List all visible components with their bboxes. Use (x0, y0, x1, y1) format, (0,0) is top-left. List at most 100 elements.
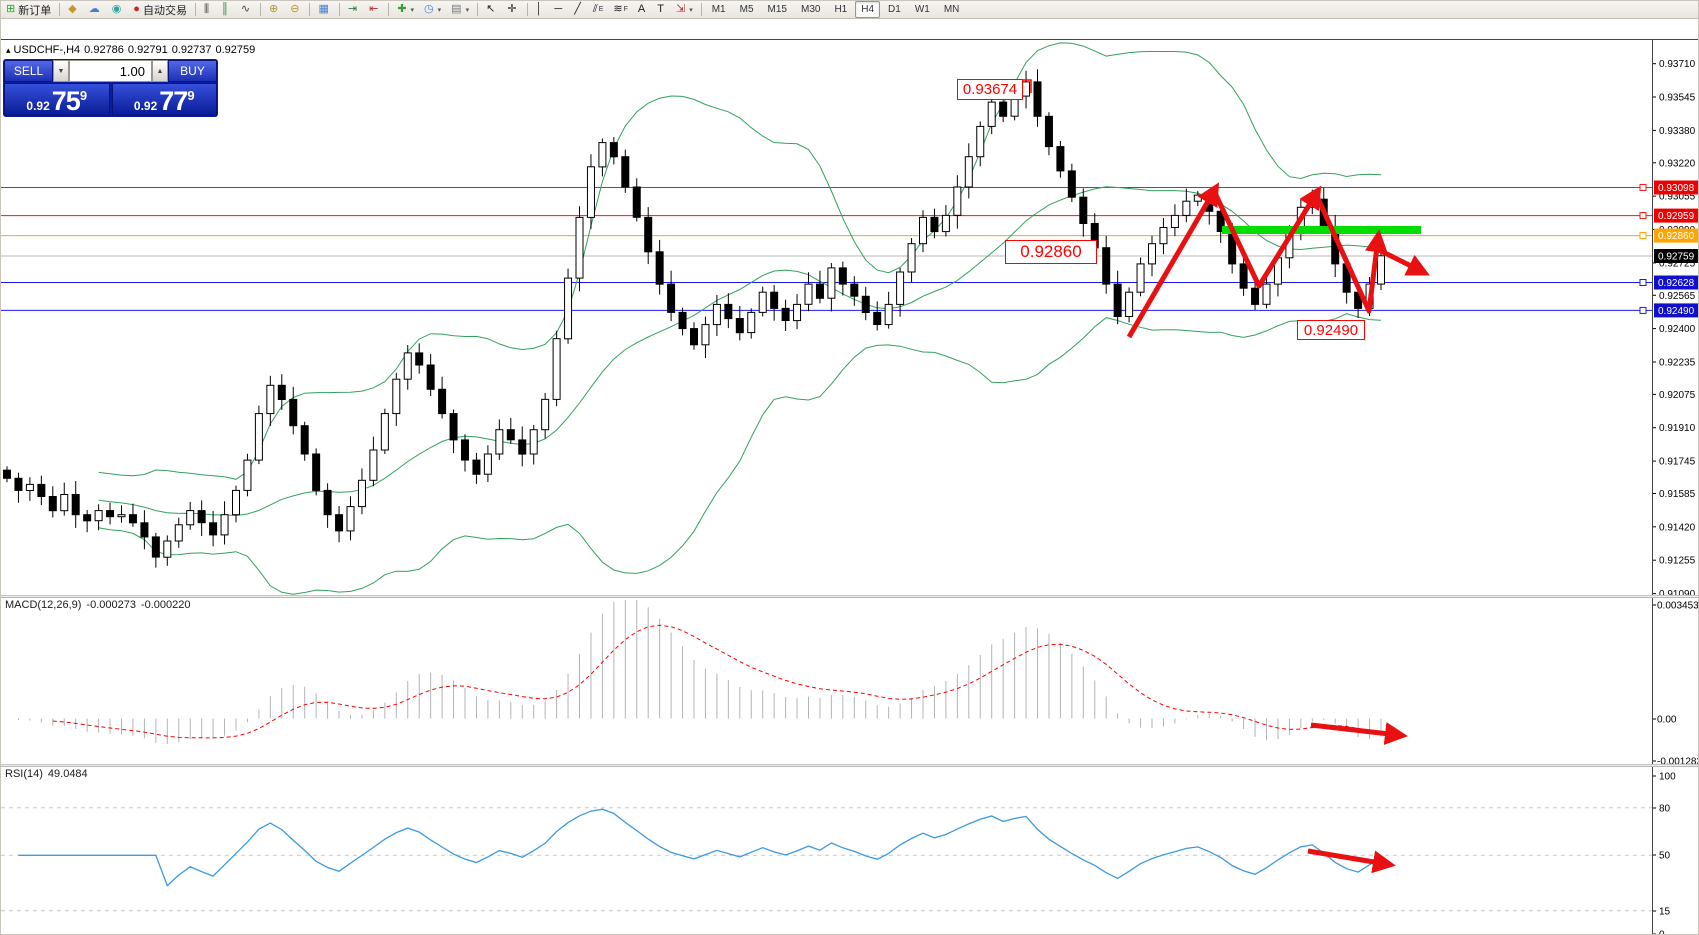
candle-body (1137, 264, 1144, 292)
buy-price-prefix: 0.92 (134, 99, 157, 113)
templates-icon-dropdown[interactable]: ▾ (466, 6, 470, 14)
timeframe-button-mn[interactable]: MN (938, 1, 966, 18)
periods-icon[interactable]: ◷▾ (420, 1, 445, 18)
line-chart-icon[interactable]: ∿ (237, 1, 256, 18)
macd-axis-label: 0.00 (1657, 715, 1677, 726)
price-annotation-high[interactable]: 0.93674 (957, 79, 1023, 100)
candle-body (129, 515, 136, 523)
autotrading-button[interactable]: ●自动交易 (129, 1, 191, 18)
compass-icon[interactable]: ◆ (64, 1, 82, 18)
candle-body (530, 430, 537, 454)
candle-body (198, 511, 205, 523)
macd-trend-arrow[interactable] (1311, 725, 1398, 735)
metaquotes-icon[interactable]: ◉ (108, 1, 128, 18)
sell-price-display[interactable]: 0.92759 (4, 83, 110, 116)
periods-icon-dropdown[interactable]: ▾ (438, 6, 442, 14)
buy-button[interactable]: BUY (168, 60, 217, 82)
chart-window[interactable]: ▴USDCHF-,H40.927860.927910.927370.92759 … (1, 19, 1699, 935)
buy-price-pip: 9 (187, 88, 194, 103)
volume-decrease-button[interactable]: ▼ (53, 60, 69, 82)
arrows-icon-dropdown[interactable]: ▾ (689, 6, 693, 14)
new-order-button-label: 新订单 (18, 2, 51, 18)
rsi-trend-arrow[interactable] (1308, 851, 1386, 864)
candle-body (805, 284, 812, 304)
volume-increase-button[interactable]: ▲ (152, 60, 168, 82)
pane-separator-rsi[interactable] (1, 764, 1699, 767)
fibonacci-icon: ≋ (613, 4, 622, 15)
zoom-out-icon: ⊖ (290, 4, 299, 15)
rsi-indicator-label: RSI(14)49.0484 (5, 768, 93, 780)
buy-price-display[interactable]: 0.92779 (112, 83, 218, 116)
text-icon[interactable]: A (634, 1, 651, 18)
trendline-icon[interactable]: ╱ (570, 1, 587, 18)
pane-separator-macd[interactable] (1, 595, 1699, 598)
auto-scroll-icon[interactable]: ⇥ (344, 1, 363, 18)
candle-body (221, 515, 228, 535)
price-tick-label: 0.93710 (1659, 59, 1696, 70)
timeframe-button-h4[interactable]: H4 (855, 1, 880, 18)
candle-body (152, 537, 159, 557)
candle-body (771, 292, 778, 308)
arrows-icon: ⇲ (676, 4, 685, 15)
cursor-icon[interactable]: ↖ (482, 1, 501, 18)
candle-body (1149, 244, 1156, 264)
price-annotation-support[interactable]: 0.92490 (1297, 320, 1365, 340)
zoom-out-icon[interactable]: ⊖ (286, 1, 305, 18)
chart-shift-icon[interactable]: ⇤ (365, 1, 384, 18)
toolbar-separator (260, 3, 261, 16)
vertical-line-icon[interactable]: │ (532, 1, 549, 18)
timeframe-button-d1[interactable]: D1 (882, 1, 907, 18)
price-badge-label: 0.92628 (1658, 278, 1695, 289)
new-order-button[interactable]: ⊞新订单 (2, 1, 55, 18)
one-click-trading-panel: SELL ▼ 1.00 ▲ BUY 0.92759 0.92779 (3, 59, 218, 117)
vertical-line-icon: │ (536, 4, 543, 15)
candle-body (725, 304, 732, 318)
chart-border-top (1, 39, 1699, 40)
equidistant-channel-icon[interactable]: ⫽E (589, 1, 608, 18)
arrows-icon[interactable]: ⇲▾ (672, 1, 697, 18)
candle-body (645, 217, 652, 251)
community-icon[interactable]: ☁ (85, 1, 106, 18)
zoom-in-icon[interactable]: ⊕ (265, 1, 284, 18)
price-axis-border[interactable] (1652, 39, 1653, 935)
bar-chart-icon[interactable]: ⫼ (200, 1, 215, 18)
hline-anchor (1640, 307, 1646, 313)
timeframe-button-m30[interactable]: M30 (795, 1, 826, 18)
indicators-icon[interactable]: ✚▾ (393, 1, 418, 18)
timeframe-button-m1[interactable]: M1 (706, 1, 732, 18)
price-tick-label: 0.91255 (1659, 556, 1696, 567)
candle-body (828, 268, 835, 298)
templates-icon[interactable]: ▤▾ (447, 1, 473, 18)
sell-button[interactable]: SELL (4, 60, 53, 82)
candle-body (484, 454, 491, 474)
rsi-indicator-pane[interactable] (1, 767, 1653, 935)
macd-indicator-pane[interactable] (1, 598, 1653, 765)
crosshair-icon[interactable]: ✛ (503, 1, 522, 18)
sell-price-big: 75 (52, 89, 80, 113)
timeframe-button-m5[interactable]: M5 (734, 1, 760, 18)
candlestick-chart-icon[interactable]: ║ (217, 1, 235, 18)
timeframe-button-h1[interactable]: H1 (828, 1, 853, 18)
rsi-value: 49.0484 (48, 768, 88, 780)
tile-windows-icon[interactable]: ▦ (314, 1, 334, 18)
candle-body (507, 430, 514, 440)
green-highlight-zone[interactable] (1222, 226, 1421, 234)
candle-body (336, 515, 343, 531)
candle-body (599, 143, 606, 167)
price-axis[interactable]: 0.937100.935450.933800.932200.930550.928… (1652, 39, 1699, 935)
candle-body (1045, 116, 1052, 146)
main-chart-pane[interactable] (1, 39, 1653, 597)
indicators-icon-dropdown[interactable]: ▾ (411, 6, 415, 14)
macd-name: MACD(12,26,9) (5, 599, 81, 611)
candle-body (210, 523, 217, 535)
timeframe-button-m15[interactable]: M15 (762, 1, 793, 18)
volume-input[interactable]: 1.00 (69, 60, 152, 82)
price-annotation-resistance[interactable]: 0.92860 (1005, 240, 1097, 264)
fibonacci-icon[interactable]: ≋F (609, 1, 632, 18)
candle-body (691, 329, 698, 345)
timeframe-button-w1[interactable]: W1 (909, 1, 936, 18)
text-label-icon[interactable]: T (653, 1, 670, 18)
horizontal-line-icon[interactable]: ─ (550, 1, 568, 18)
candle-body (908, 244, 915, 272)
candle-body (1126, 292, 1133, 316)
